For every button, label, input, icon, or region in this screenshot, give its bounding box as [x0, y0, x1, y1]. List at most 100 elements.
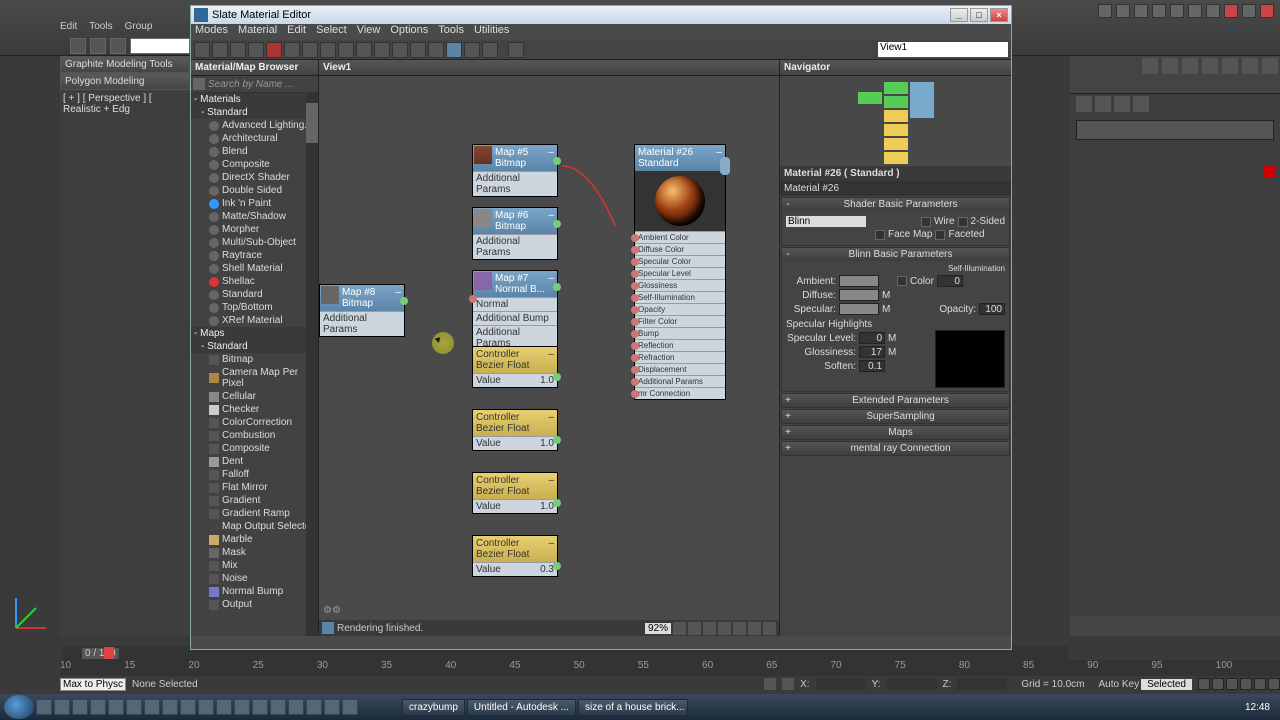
minimize-button[interactable]: _ — [950, 8, 968, 22]
material-item[interactable]: XRef Material — [191, 314, 318, 327]
tree-group[interactable]: - Materials — [191, 93, 318, 106]
material-item[interactable]: Double Sided — [191, 184, 318, 197]
menu-item[interactable]: Material — [238, 24, 277, 36]
material-item[interactable]: Architectural — [191, 132, 318, 145]
material-item[interactable]: Matte/Shadow — [191, 210, 318, 223]
map-item[interactable]: Checker — [191, 403, 318, 416]
menu-item[interactable]: Tools — [438, 24, 464, 36]
menu-item[interactable]: Edit — [287, 24, 306, 36]
map-item[interactable]: Mix — [191, 559, 318, 572]
map-item[interactable]: Composite — [191, 442, 318, 455]
map-item[interactable]: Noise — [191, 572, 318, 585]
node-controller-2[interactable]: ControllerBezier Float– Value 1.0 — [472, 409, 558, 451]
navigator-view[interactable] — [780, 76, 1011, 166]
specular-swatch[interactable] — [839, 303, 879, 315]
node-canvas[interactable]: Map #8Bitmap– Additional Params Map #5Bi… — [319, 76, 779, 620]
map-item[interactable]: Falloff — [191, 468, 318, 481]
main-menu[interactable]: EditToolsGroup — [60, 20, 164, 32]
node-map8[interactable]: Map #8Bitmap– Additional Params — [319, 284, 405, 337]
viewport-label: [ + ] [ Perspective ] [ Realistic + Edg — [60, 90, 190, 118]
map-item[interactable]: Bitmap — [191, 353, 318, 366]
material-item[interactable]: Raytrace — [191, 249, 318, 262]
opacity-spinner[interactable]: 100 — [979, 303, 1005, 315]
ribbon-tab[interactable]: Polygon Modeling — [60, 73, 190, 90]
maximize-button[interactable]: □ — [970, 8, 988, 22]
scrollbar[interactable] — [306, 93, 318, 636]
node-controller-4[interactable]: ControllerBezier Float– Value 0.3 — [472, 535, 558, 577]
menu-item[interactable]: Modes — [195, 24, 228, 36]
node-map7[interactable]: Map #7Normal B...– Normal Additional Bum… — [472, 270, 558, 351]
tree-group[interactable]: - Standard — [191, 106, 318, 119]
close-button[interactable]: × — [990, 8, 1008, 22]
rollout-header[interactable]: +Maps — [782, 426, 1009, 439]
rollout-header[interactable]: +SuperSampling — [782, 410, 1009, 423]
ribbon-tab[interactable]: Graphite Modeling Tools — [60, 56, 190, 73]
map-item[interactable]: Gradient — [191, 494, 318, 507]
map-item[interactable]: Marble — [191, 533, 318, 546]
key-mode-dropdown[interactable]: Selected — [1141, 679, 1192, 690]
node-map6[interactable]: Map #6Bitmap– Additional Params — [472, 207, 558, 260]
taskbar-button[interactable]: size of a house brick... — [578, 699, 688, 716]
map-item[interactable]: Normal Bump — [191, 585, 318, 598]
tree-group[interactable]: - Maps — [191, 327, 318, 340]
material-item[interactable]: Shellac — [191, 275, 318, 288]
material-item[interactable]: Composite — [191, 158, 318, 171]
map-item[interactable]: Camera Map Per Pixel — [191, 366, 318, 390]
menu-item[interactable]: Options — [390, 24, 428, 36]
material-item[interactable]: Morpher — [191, 223, 318, 236]
zoom-level[interactable]: 92% — [645, 623, 671, 634]
taskbar[interactable]: crazybump Untitled - Autodesk ... size o… — [0, 694, 1280, 720]
autokey-button[interactable]: Auto Key — [1098, 679, 1139, 690]
material-name-input[interactable]: Material #26 — [780, 181, 1011, 196]
start-orb[interactable] — [4, 695, 34, 719]
node-controller-3[interactable]: ControllerBezier Float– Value 1.0 — [472, 472, 558, 514]
map-item[interactable]: Flat Mirror — [191, 481, 318, 494]
faceted-checkbox[interactable] — [935, 230, 945, 240]
rollout-header[interactable]: +Extended Parameters — [782, 394, 1009, 407]
menu-item[interactable]: Select — [316, 24, 347, 36]
map-item[interactable]: Combustion — [191, 429, 318, 442]
menu-bar[interactable]: Modes Material Edit Select View Options Tools U… — [191, 24, 1011, 40]
taskbar-button[interactable]: Untitled - Autodesk ... — [467, 699, 576, 716]
map-item[interactable]: Output — [191, 598, 318, 611]
node-material[interactable]: Material #26Standard– Ambient ColorDiffu… — [634, 144, 726, 400]
ambient-swatch[interactable] — [839, 275, 879, 287]
speclevel-spinner[interactable]: 0 — [859, 332, 885, 344]
material-item[interactable]: Shell Material — [191, 262, 318, 275]
window-controls[interactable] — [1098, 4, 1274, 18]
toolbar[interactable]: View1 — [191, 40, 1011, 60]
material-item[interactable]: Multi/Sub-Object — [191, 236, 318, 249]
map-item[interactable]: Dent — [191, 455, 318, 468]
2sided-checkbox[interactable] — [958, 217, 968, 227]
taskbar-button[interactable]: crazybump — [402, 699, 465, 716]
search-input[interactable]: Search by Name ... — [191, 76, 318, 93]
color-spinner[interactable]: 0 — [937, 275, 963, 287]
material-item[interactable]: Advanced Lighting... — [191, 119, 318, 132]
material-item[interactable]: Ink 'n Paint — [191, 197, 318, 210]
tree-group[interactable]: - Standard — [191, 340, 318, 353]
rollout-header[interactable]: +mental ray Connection — [782, 442, 1009, 455]
view-dropdown[interactable]: View1 — [878, 42, 1008, 57]
map-item[interactable]: Gradient Ramp — [191, 507, 318, 520]
shader-dropdown[interactable]: Blinn — [786, 216, 866, 227]
material-item[interactable]: Blend — [191, 145, 318, 158]
node-map5[interactable]: Map #5Bitmap– Additional Params — [472, 144, 558, 197]
material-item[interactable]: DirectX Shader — [191, 171, 318, 184]
map-item[interactable]: Cellular — [191, 390, 318, 403]
maxscript-button[interactable]: Max to Physc — [60, 678, 126, 691]
material-item[interactable]: Standard — [191, 288, 318, 301]
material-item[interactable]: Top/Bottom — [191, 301, 318, 314]
menu-item[interactable]: View — [357, 24, 381, 36]
time-controls[interactable] — [1198, 678, 1280, 690]
wire-checkbox[interactable] — [921, 217, 931, 227]
map-item[interactable]: Mask — [191, 546, 318, 559]
menu-item[interactable]: Utilities — [474, 24, 509, 36]
map-item[interactable]: ColorCorrection — [191, 416, 318, 429]
node-controller-1[interactable]: ControllerBezier Float– Value 1.0 — [472, 346, 558, 388]
gloss-spinner[interactable]: 17 — [859, 346, 885, 358]
facemap-checkbox[interactable] — [875, 230, 885, 240]
diffuse-swatch[interactable] — [839, 289, 879, 301]
soften-spinner[interactable]: 0.1 — [859, 360, 885, 372]
title-bar[interactable]: Slate Material Editor _□× — [191, 6, 1011, 24]
map-item[interactable]: Map Output Selector — [191, 520, 318, 533]
